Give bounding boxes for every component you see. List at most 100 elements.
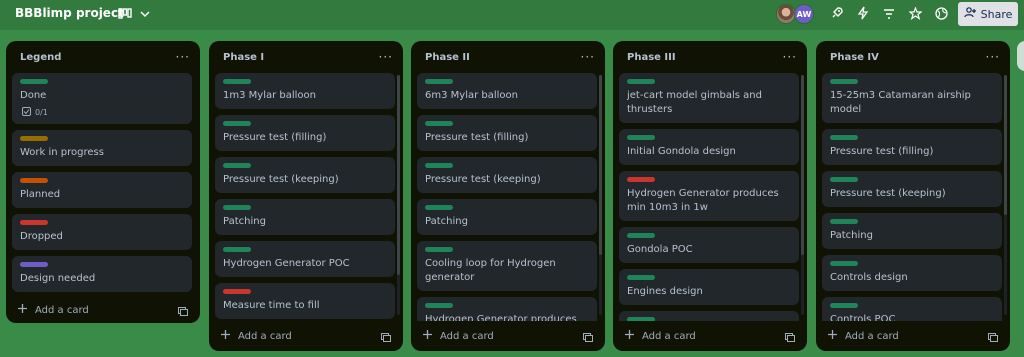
card[interactable]: Engines design — [619, 269, 799, 305]
card-template-icon[interactable] — [785, 327, 795, 346]
label-green — [830, 261, 858, 266]
list-header: Phase III ··· — [613, 41, 807, 73]
plus-icon — [18, 304, 27, 316]
board-title[interactable]: BBBlimp project — [15, 6, 124, 20]
label-green — [425, 121, 453, 126]
card[interactable]: Patching — [215, 199, 395, 235]
list-title[interactable]: Phase IV — [830, 52, 879, 63]
filter-button[interactable] — [876, 2, 902, 26]
add-list-button[interactable] — [1017, 41, 1024, 71]
avatar-initials[interactable]: AW — [794, 4, 814, 24]
card-title: Initial Gondola design — [627, 146, 736, 157]
card[interactable]: Pressure test (filling) — [822, 129, 1002, 165]
card-title: Patching — [830, 230, 873, 241]
card-list: Done 0/1 Work in progress Planned Droppe… — [6, 73, 200, 295]
label-red — [627, 177, 655, 182]
card[interactable]: Design needed — [12, 256, 192, 292]
card[interactable]: Work in progress — [12, 130, 192, 166]
plus-icon — [221, 330, 230, 342]
scrollbar[interactable] — [397, 75, 400, 315]
add-card-button[interactable]: Add a card — [423, 330, 494, 342]
card[interactable]: Dropped — [12, 214, 192, 250]
scrollbar-thumb[interactable] — [397, 75, 400, 275]
card[interactable]: Hydrogen Generator POC — [215, 241, 395, 277]
list-menu-icon[interactable]: ··· — [783, 51, 797, 63]
lightning-icon — [857, 5, 869, 24]
card[interactable]: Pressure test (filling) — [417, 115, 597, 151]
card[interactable]: Pressure test (filling) — [215, 115, 395, 151]
chevron-down-icon — [140, 10, 150, 18]
list-title[interactable]: Phase III — [627, 52, 676, 63]
label-green — [627, 79, 655, 84]
card-title: Pressure test (keeping) — [830, 188, 946, 199]
card[interactable]: Planned — [12, 172, 192, 208]
card-template-icon[interactable] — [583, 327, 593, 346]
add-card-button[interactable]: Add a card — [828, 330, 899, 342]
card-title: Cooling loop for Hydrogen generator — [425, 258, 556, 283]
card[interactable]: Hydrogen Generator produces — [417, 297, 597, 321]
scrollbar[interactable] — [801, 75, 804, 315]
share-button[interactable]: Share — [958, 2, 1018, 26]
list-menu-icon[interactable]: ··· — [986, 51, 1000, 63]
list-title[interactable]: Phase I — [223, 52, 264, 63]
label-green — [425, 247, 453, 252]
list-footer: Add a card — [816, 321, 1010, 351]
card[interactable]: Controls POC — [822, 297, 1002, 321]
card[interactable]: Gondola POC — [619, 227, 799, 263]
card[interactable]: Controls design — [822, 255, 1002, 291]
avatar[interactable] — [776, 4, 796, 24]
list-phase-iii: Phase III ··· jet-cart model gimbals and… — [613, 41, 807, 351]
card[interactable]: Cooling loop for Hydrogen generator — [417, 241, 597, 291]
list-menu-icon[interactable]: ··· — [379, 51, 393, 63]
card-list: 6m3 Mylar balloon Pressure test (filling… — [411, 73, 605, 321]
power-ups-button[interactable] — [824, 2, 850, 26]
card-template-icon[interactable] — [178, 301, 188, 320]
card[interactable]: Measure time to fill — [215, 283, 395, 319]
list-title[interactable]: Phase II — [425, 52, 470, 63]
add-card-button[interactable]: Add a card — [221, 330, 292, 342]
scrollbar[interactable] — [599, 75, 602, 315]
card[interactable]: Initial Gondola design — [619, 129, 799, 165]
visibility-button[interactable] — [928, 2, 954, 26]
list-menu-icon[interactable]: ··· — [581, 51, 595, 63]
scrollbar-thumb[interactable] — [599, 75, 602, 255]
board-view-switcher[interactable] — [118, 6, 150, 22]
list-title[interactable]: Legend — [20, 52, 61, 63]
card[interactable]: Pressure test (keeping) — [417, 157, 597, 193]
add-card-label: Add a card — [238, 330, 292, 342]
add-card-button[interactable]: Add a card — [18, 304, 89, 316]
card-title: Pressure test (keeping) — [425, 174, 541, 185]
automation-button[interactable] — [850, 2, 876, 26]
card[interactable]: Patching — [417, 199, 597, 235]
card-title: Pressure test (filling) — [223, 132, 327, 143]
label-green — [830, 135, 858, 140]
card[interactable]: 15-25m3 Catamaran airship model — [822, 73, 1002, 123]
card[interactable]: 1m3 Mylar balloon — [215, 73, 395, 109]
card[interactable]: Patching — [822, 213, 1002, 249]
scrollbar[interactable] — [1004, 75, 1007, 315]
add-card-button[interactable]: Add a card — [625, 330, 696, 342]
add-card-label: Add a card — [845, 330, 899, 342]
card-template-icon[interactable] — [988, 327, 998, 346]
card[interactable]: jet-cart model gimbals and thrusters — [619, 73, 799, 123]
list-legend: Legend ··· Done 0/1 Work in progress Pla… — [6, 41, 200, 323]
plus-icon — [423, 330, 432, 342]
card[interactable]: 6m3 Mylar balloon — [417, 73, 597, 109]
card-title: Hydrogen Generator produces min 10m3 in … — [627, 188, 779, 213]
card[interactable] — [619, 311, 799, 321]
list-phase-i: Phase I ··· 1m3 Mylar balloon Pressure t… — [209, 41, 403, 351]
label-red — [20, 220, 48, 225]
card-title: 6m3 Mylar balloon — [425, 90, 518, 101]
board-members[interactable]: AW — [776, 4, 814, 24]
card-title: Work in progress — [20, 147, 104, 158]
label-green — [830, 177, 858, 182]
card[interactable]: Done 0/1 — [12, 73, 192, 124]
scrollbar-thumb[interactable] — [801, 75, 804, 255]
scrollbar-thumb[interactable] — [1004, 75, 1007, 215]
card[interactable]: Hydrogen Generator produces min 10m3 in … — [619, 171, 799, 221]
star-button[interactable] — [902, 2, 928, 26]
card[interactable]: Pressure test (keeping) — [822, 171, 1002, 207]
list-menu-icon[interactable]: ··· — [176, 51, 190, 63]
card[interactable]: Pressure test (keeping) — [215, 157, 395, 193]
card-template-icon[interactable] — [381, 327, 391, 346]
